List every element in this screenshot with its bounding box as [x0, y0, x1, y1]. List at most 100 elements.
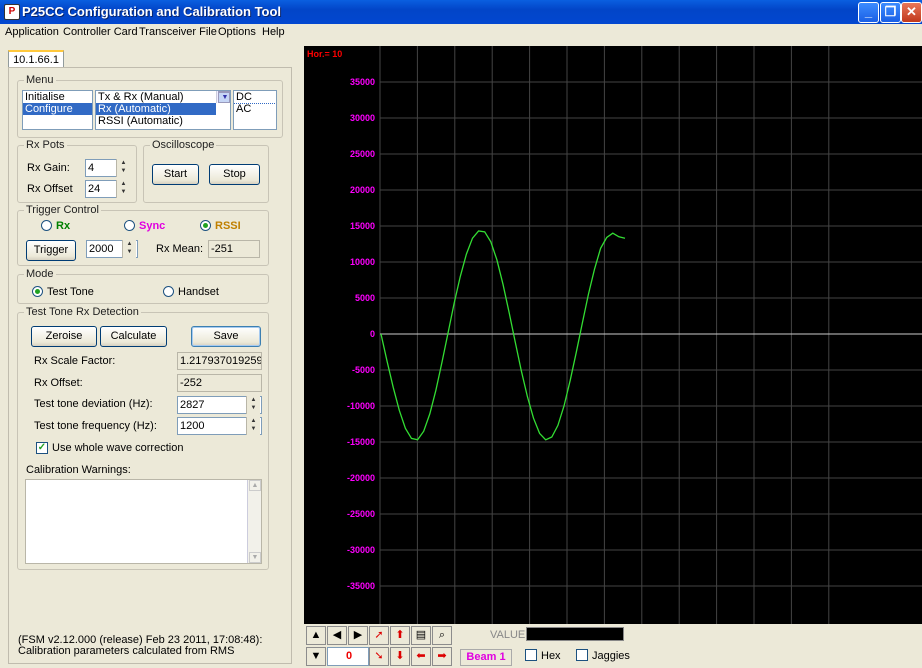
- y-tick-label: 0: [370, 329, 375, 339]
- trigger-sync-radio[interactable]: [124, 220, 135, 231]
- left-icon[interactable]: ◀: [327, 626, 347, 645]
- mode-test-tone-label: Test Tone: [47, 286, 94, 298]
- mode-label: Mode: [26, 268, 54, 280]
- trigger-label: Trigger Control: [26, 204, 99, 216]
- rx-offset-spinner[interactable]: ▲ ▼: [116, 180, 130, 198]
- trigger-rx-label: Rx: [56, 220, 71, 232]
- list-item[interactable]: Tx & Rx (Manual): [96, 91, 230, 103]
- stop-button[interactable]: Stop: [209, 164, 260, 185]
- red-up-icon[interactable]: ⬆: [390, 626, 410, 645]
- rx-gain-spinner[interactable]: ▲ ▼: [116, 159, 130, 177]
- y-tick-label: -15000: [347, 437, 375, 447]
- y-tick-label: -35000: [347, 581, 375, 591]
- whole-wave-label: Use whole wave correction: [52, 442, 184, 454]
- deviation-spinner[interactable]: ▲ ▼: [246, 396, 260, 414]
- app-icon: P: [4, 4, 20, 20]
- rx-mean-label: Rx Mean:: [156, 243, 204, 255]
- scale-factor-label: Rx Scale Factor:: [34, 355, 116, 367]
- folder-icon[interactable]: ▤: [411, 626, 431, 645]
- y-tick-label: 15000: [350, 221, 375, 231]
- mode-handset-label: Handset: [178, 286, 219, 298]
- close-button[interactable]: ✕: [901, 2, 922, 23]
- menu-list-2[interactable]: Tx & Rx (Manual) Rx (Automatic) RSSI (Au…: [95, 90, 231, 130]
- warnings-label: Calibration Warnings:: [26, 464, 131, 476]
- rx-offset-detect-label: Rx Offset:: [34, 377, 83, 389]
- red-diag-icon[interactable]: ➚: [369, 626, 389, 645]
- rx-offset-detect-value: -252: [177, 374, 262, 392]
- oscilloscope-display[interactable]: Hor.= 10 35000 30000 25000 20000 15000 10000 5…: [304, 46, 922, 624]
- scroll-up-icon[interactable]: ▲: [249, 480, 261, 491]
- y-tick-label: 30000: [350, 113, 375, 123]
- down-arrow-icon[interactable]: ▼: [306, 647, 326, 666]
- scale-factor-value: 1.2179370192599: [177, 352, 262, 370]
- mode-test-tone-radio[interactable]: [32, 286, 43, 297]
- calculate-button[interactable]: Calculate: [100, 326, 167, 347]
- beam-button[interactable]: Beam 1: [460, 649, 512, 666]
- oscilloscope-label: Oscilloscope: [152, 139, 215, 151]
- zeroise-button[interactable]: Zeroise: [31, 326, 97, 347]
- tab-connection[interactable]: 10.1.66.1: [8, 50, 64, 68]
- frequency-label: Test tone frequency (Hz):: [34, 420, 157, 432]
- menu-options[interactable]: Options: [218, 26, 256, 38]
- counter-field[interactable]: 0: [327, 647, 369, 666]
- warnings-box[interactable]: ▲ ▼: [25, 479, 262, 564]
- trigger-button[interactable]: Trigger: [26, 240, 76, 261]
- red-right-icon[interactable]: ➡: [432, 647, 452, 666]
- jaggies-label: Jaggies: [592, 650, 630, 662]
- hex-checkbox[interactable]: [525, 649, 537, 661]
- menu-help[interactable]: Help: [262, 26, 285, 38]
- minimize-button[interactable]: _: [858, 2, 879, 23]
- start-button[interactable]: Start: [152, 164, 199, 185]
- list-item[interactable]: Initialise: [23, 91, 92, 103]
- menu-list-3[interactable]: DC AC: [233, 90, 277, 130]
- deviation-label: Test tone deviation (Hz):: [34, 398, 153, 410]
- y-tick-label: -25000: [347, 509, 375, 519]
- detection-label: Test Tone Rx Detection: [26, 306, 139, 318]
- up-arrow-icon[interactable]: ▲: [306, 626, 326, 645]
- scroll-down-icon[interactable]: ▼: [249, 552, 261, 563]
- value-display: [526, 627, 624, 641]
- menu-group-label: Menu: [26, 74, 54, 86]
- whole-wave-checkbox[interactable]: ✓: [36, 442, 48, 454]
- menu-controller-card[interactable]: Controller Card: [63, 26, 138, 38]
- trigger-rx-radio[interactable]: [41, 220, 52, 231]
- zoom-icon[interactable]: ⌕: [432, 626, 452, 645]
- menu-transceiver-file[interactable]: Transceiver File: [139, 26, 217, 38]
- menu-application[interactable]: Application: [5, 26, 59, 38]
- status-line-2: Calibration parameters calculated from R…: [18, 645, 235, 657]
- list-item[interactable]: DC: [234, 91, 276, 104]
- hex-label: Hex: [541, 650, 561, 662]
- y-tick-label: -20000: [347, 473, 375, 483]
- list-scrollbar[interactable]: ▲ ▼: [216, 91, 230, 103]
- title-bar: P P25CC Configuration and Calibration To…: [0, 0, 922, 24]
- menu-list-1[interactable]: Initialise Configure: [22, 90, 93, 130]
- list-item[interactable]: Configure: [23, 103, 92, 115]
- y-tick-label: -30000: [347, 545, 375, 555]
- list-item[interactable]: RSSI (Automatic): [96, 115, 230, 127]
- list-item[interactable]: AC: [234, 103, 276, 115]
- menu-bar: Application Controller Card Transceiver …: [0, 24, 922, 42]
- trigger-sync-label: Sync: [139, 220, 166, 232]
- save-button[interactable]: Save: [191, 326, 261, 347]
- red-down-icon[interactable]: ⬇: [390, 647, 410, 666]
- warnings-scrollbar[interactable]: ▲ ▼: [247, 480, 261, 563]
- mode-handset-radio[interactable]: [163, 286, 174, 297]
- frequency-spinner[interactable]: ▲ ▼: [246, 417, 260, 435]
- trigger-rssi-label: RSSI: [215, 220, 241, 232]
- list-item[interactable]: Rx (Automatic): [96, 103, 216, 115]
- trigger-rssi-radio[interactable]: [200, 220, 211, 231]
- y-tick-label: -10000: [347, 401, 375, 411]
- trigger-level-spinner[interactable]: ▲ ▼: [122, 240, 136, 258]
- rx-offset-label: Rx Offset: [27, 183, 73, 195]
- jaggies-checkbox[interactable]: [576, 649, 588, 661]
- red-diag2-icon[interactable]: ➘: [369, 647, 389, 666]
- y-tick-label: 20000: [350, 185, 375, 195]
- red-left-icon[interactable]: ⬅: [411, 647, 431, 666]
- rx-pots-label: Rx Pots: [26, 139, 65, 151]
- y-tick-label: 35000: [350, 77, 375, 87]
- scope-chart: 35000 30000 25000 20000 15000 10000 5000 0 -5000…: [347, 46, 922, 624]
- y-tick-label: -5000: [352, 365, 375, 375]
- scroll-down-icon[interactable]: ▼: [218, 92, 230, 103]
- restore-button[interactable]: ❐: [880, 2, 901, 23]
- right-icon[interactable]: ▶: [348, 626, 368, 645]
